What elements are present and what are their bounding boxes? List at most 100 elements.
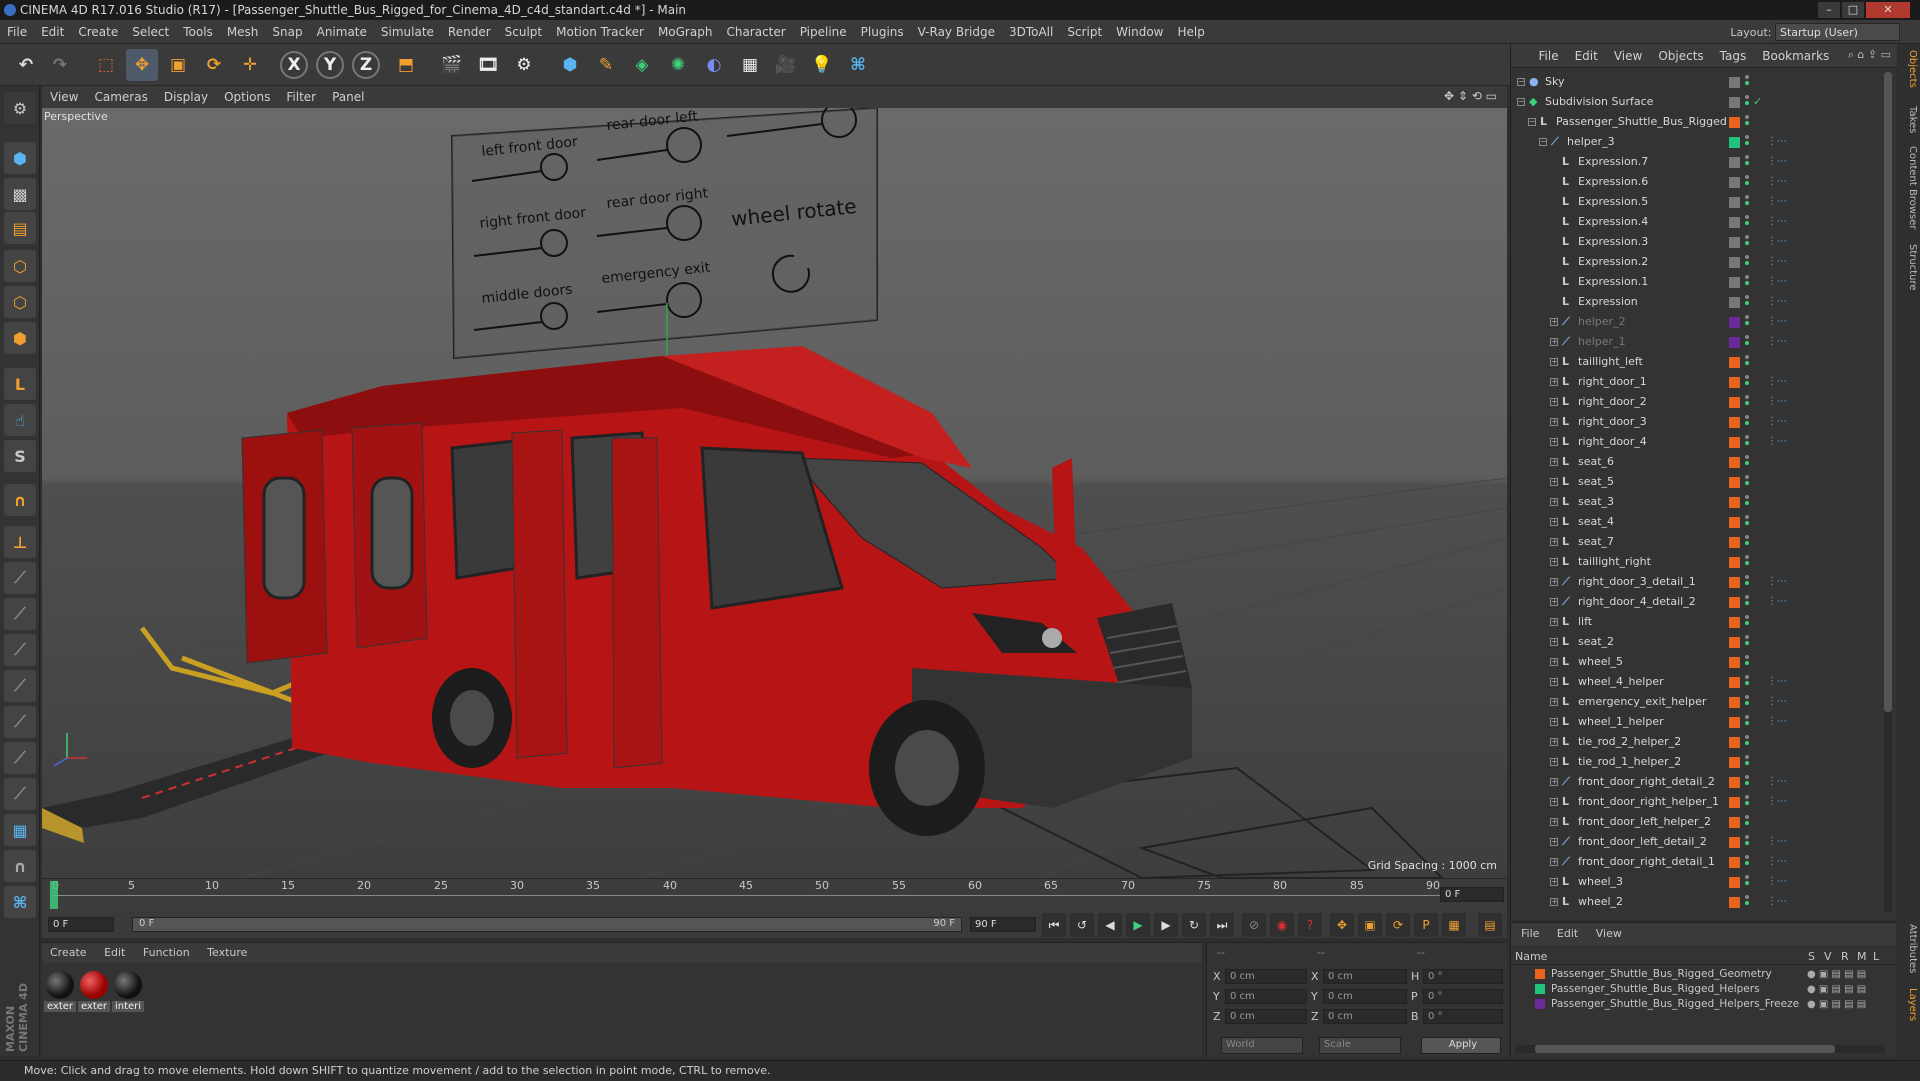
obj-menu-bookmarks[interactable]: Bookmarks — [1754, 44, 1837, 68]
layer-color-swatch[interactable] — [1729, 517, 1740, 528]
expand-toggle-icon[interactable]: − — [1528, 118, 1536, 126]
layer-toggles-icon[interactable]: ● ▣ ▤ ▤ ▤ — [1807, 967, 1866, 982]
obj-menu-edit[interactable]: Edit — [1567, 44, 1606, 68]
expand-toggle-icon[interactable]: + — [1550, 698, 1558, 706]
layer-color-swatch[interactable] — [1729, 397, 1740, 408]
menu-edit[interactable]: Edit — [34, 20, 71, 44]
constraint-tool-icon[interactable]: ⟋ — [4, 778, 36, 810]
magnet-snap-icon[interactable]: ∩ — [4, 850, 36, 882]
weight-tool-icon[interactable]: ⟋ — [4, 670, 36, 702]
expression-tag-icon[interactable]: ⋮⋯ — [1767, 835, 1787, 849]
render-settings-icon[interactable]: ⚙ — [508, 49, 540, 81]
camera-icon[interactable]: 🎥 — [770, 49, 802, 81]
expand-toggle-icon[interactable]: + — [1550, 858, 1558, 866]
object-row[interactable]: + ⟋ helper_1 ⋮⋯ — [1511, 332, 1881, 352]
end-frame-field[interactable]: 90 F — [970, 917, 1036, 932]
3d-viewport[interactable]: left front door rear door left right fro… — [42, 108, 1507, 878]
expand-toggle-icon[interactable]: + — [1550, 678, 1558, 686]
object-row[interactable]: + Lwheel_4_helper ⋮⋯ — [1511, 672, 1881, 692]
menu-simulate[interactable]: Simulate — [374, 20, 441, 44]
layer-color-swatch[interactable] — [1729, 177, 1740, 188]
expression-tag-icon[interactable]: ⋮⋯ — [1767, 795, 1787, 809]
previous-key-icon[interactable]: ↺ — [1070, 913, 1094, 937]
layer-color-swatch[interactable] — [1729, 337, 1740, 348]
layer-menu-file[interactable]: File — [1521, 927, 1553, 940]
visibility-dots-icon[interactable] — [1745, 435, 1749, 449]
material-exterior-red[interactable]: exter — [78, 969, 110, 1017]
layer-row[interactable]: Passenger_Shuttle_Bus_Rigged_Geometry ● … — [1511, 967, 1897, 982]
layer-color-swatch[interactable] — [1729, 537, 1740, 548]
visibility-dots-icon[interactable] — [1745, 375, 1749, 389]
visibility-dots-icon[interactable] — [1745, 755, 1749, 769]
material-menu-function[interactable]: Function — [143, 946, 204, 959]
rotate-tool-icon[interactable]: ⟳ — [198, 49, 230, 81]
workplane-icon[interactable]: ▤ — [4, 212, 36, 244]
object-row[interactable]: + ⟋ helper_2 ⋮⋯ — [1511, 312, 1881, 332]
material-exterior-black[interactable]: exter — [44, 969, 76, 1017]
visibility-dots-icon[interactable] — [1745, 535, 1749, 549]
object-row[interactable]: + ⟋ front_door_right_detail_2 ⋮⋯ — [1511, 772, 1881, 792]
render-view-icon[interactable]: 🎬 — [436, 49, 468, 81]
object-tree-scrollbar[interactable] — [1884, 72, 1892, 912]
coord-z-size[interactable]: 0 cm — [1323, 1009, 1407, 1024]
viewport-menu-options[interactable]: Options — [216, 86, 278, 108]
expand-toggle-icon[interactable]: + — [1550, 718, 1558, 726]
layer-color-swatch[interactable] — [1729, 737, 1740, 748]
make-editable-icon[interactable]: ⚙ — [4, 92, 36, 124]
layer-color-swatch[interactable] — [1729, 277, 1740, 288]
expression-tag-icon[interactable]: ⋮⋯ — [1767, 335, 1787, 349]
snap-icon[interactable]: S — [4, 440, 36, 472]
object-row[interactable]: + Lseat_3 — [1511, 492, 1881, 512]
rig-control-panel[interactable]: left front door rear door left right fro… — [450, 108, 878, 360]
layer-color-swatch[interactable] — [1729, 557, 1740, 568]
points-mode-icon[interactable]: ⬡ — [4, 250, 36, 282]
visibility-dots-icon[interactable] — [1745, 495, 1749, 509]
expression-tag-icon[interactable]: ⋮⋯ — [1767, 215, 1787, 229]
layer-color-swatch[interactable] — [1729, 197, 1740, 208]
visibility-dots-icon[interactable] — [1745, 695, 1749, 709]
redo-icon[interactable]: ↷ — [44, 49, 76, 81]
menu-mesh[interactable]: Mesh — [220, 20, 266, 44]
cloner-icon[interactable]: ✺ — [662, 49, 694, 81]
next-key-icon[interactable]: ↻ — [1182, 913, 1206, 937]
layer-color-swatch[interactable] — [1729, 637, 1740, 648]
coord-p-rotation[interactable]: 0 ° — [1423, 989, 1503, 1004]
expand-toggle-icon[interactable]: + — [1550, 818, 1558, 826]
viewport-menu-filter[interactable]: Filter — [278, 86, 324, 108]
menu-sculpt[interactable]: Sculpt — [498, 20, 549, 44]
material-menu-edit[interactable]: Edit — [104, 946, 139, 959]
tab-layers[interactable]: Layers — [1900, 988, 1918, 1021]
key-position-icon[interactable]: ✥ — [1330, 913, 1354, 937]
record-off-icon[interactable]: ⊘ — [1242, 913, 1266, 937]
light-icon[interactable]: 💡 — [806, 49, 838, 81]
layer-color-swatch[interactable] — [1729, 897, 1740, 908]
deformer-icon[interactable]: ◐ — [698, 49, 730, 81]
layer-menu-view[interactable]: View — [1596, 927, 1636, 940]
playhead[interactable] — [50, 881, 58, 909]
play-icon[interactable]: ▶ — [1126, 913, 1150, 937]
layer-color-swatch[interactable] — [1729, 157, 1740, 168]
object-row[interactable]: + ⟋ right_door_4_detail_2 ⋮⋯ — [1511, 592, 1881, 612]
visibility-dots-icon[interactable] — [1745, 775, 1749, 789]
object-row[interactable]: − L Passenger_Shuttle_Bus_Rigged — [1511, 112, 1881, 132]
timeline-ruler[interactable]: 0 5 10 15 20 25 30 35 40 45 50 55 60 65 … — [42, 878, 1507, 912]
visibility-dots-icon[interactable] — [1745, 655, 1749, 669]
x-axis-lock-icon[interactable]: X — [280, 51, 308, 79]
expand-toggle-icon[interactable]: + — [1550, 618, 1558, 626]
expand-toggle-icon[interactable]: + — [1550, 838, 1558, 846]
object-row[interactable]: + Lwheel_3 ⋮⋯ — [1511, 872, 1881, 892]
menu-character[interactable]: Character — [719, 20, 792, 44]
object-row[interactable]: − ◆ Subdivision Surface ✓ — [1511, 92, 1881, 112]
expression-tag-icon[interactable]: ⋮⋯ — [1767, 275, 1787, 289]
object-row[interactable]: + Lright_door_3 ⋮⋯ — [1511, 412, 1881, 432]
expand-toggle-icon[interactable]: + — [1550, 338, 1558, 346]
texture-mode-icon[interactable]: ▩ — [4, 178, 36, 210]
expression-tag-icon[interactable]: ⋮⋯ — [1767, 595, 1787, 609]
expand-toggle-icon[interactable]: + — [1550, 638, 1558, 646]
visibility-dots-icon[interactable] — [1745, 835, 1749, 849]
expand-toggle-icon[interactable]: + — [1550, 658, 1558, 666]
expand-toggle-icon[interactable]: + — [1550, 498, 1558, 506]
material-interior[interactable]: interi — [112, 969, 144, 1017]
y-axis-lock-icon[interactable]: Y — [316, 51, 344, 79]
object-row[interactable]: + Lwheel_5 — [1511, 652, 1881, 672]
